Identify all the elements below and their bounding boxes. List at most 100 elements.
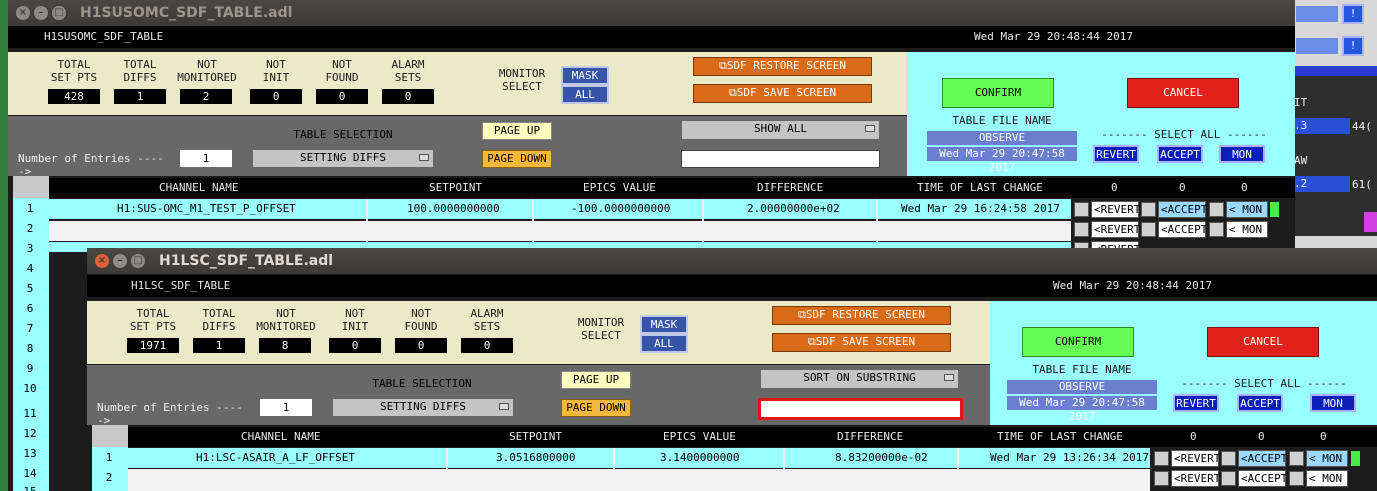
page-up-button[interactable]: PAGE UP	[482, 122, 552, 140]
restore-icon: ⧉	[718, 59, 727, 72]
row-checkbox[interactable]	[1141, 222, 1156, 237]
minimize-icon[interactable]: –	[113, 254, 127, 268]
row-accept-button[interactable]: <ACCEPT	[1238, 470, 1287, 487]
observe-field: OBSERVE	[1007, 380, 1157, 394]
col-count-3: 0	[1320, 430, 1327, 443]
row-checkbox[interactable]	[1141, 202, 1156, 217]
mon-all-button[interactable]: MON	[1310, 394, 1356, 412]
col-count-1: 0	[1190, 430, 1197, 443]
row-mon-button[interactable]: < MON	[1306, 470, 1348, 487]
count-total-set-pts: 428	[48, 89, 100, 104]
row-accept-button[interactable]: <ACCEPT	[1158, 201, 1207, 218]
show-all-menu[interactable]: SHOW ALL	[681, 120, 880, 140]
datetime: Wed Mar 29 20:48:44 2017	[974, 30, 1133, 43]
row-checkbox[interactable]	[1289, 471, 1304, 486]
cancel-button[interactable]: CANCEL	[1207, 327, 1319, 357]
row-number: 5	[26, 282, 34, 295]
count-total-diffs: 1	[193, 338, 245, 353]
empty-row	[49, 221, 1071, 241]
page-down-button[interactable]: PAGE DOWN	[561, 399, 631, 417]
row-number: 1	[105, 451, 113, 464]
count-not-found: 0	[316, 89, 368, 104]
sdf-save-button[interactable]: ⧉SDF SAVE SCREEN	[693, 84, 872, 103]
row-checkbox[interactable]	[1074, 222, 1089, 237]
count-label-not-init: NOT INIT	[262, 58, 290, 84]
setting-diffs-label: SETTING DIFFS	[299, 151, 387, 164]
row-mon-button[interactable]: < MON	[1226, 201, 1268, 218]
page-down-button[interactable]: PAGE DOWN	[482, 150, 552, 168]
col-setpoint: SETPOINT	[429, 181, 482, 194]
row-revert-button[interactable]: <REVERT	[1171, 470, 1220, 487]
col-count-3: 0	[1241, 181, 1248, 194]
count-label-not-monitored: NOT MONITORED	[177, 58, 237, 84]
confirm-button[interactable]: CONFIRM	[942, 78, 1054, 108]
titlebar-front[interactable]: × – □ H1LSC_SDF_TABLE.adl	[87, 248, 1377, 274]
count-not-monitored: 2	[180, 89, 232, 104]
row-checkbox[interactable]	[1221, 471, 1236, 486]
row-revert-button[interactable]: <REVERT	[1171, 450, 1220, 467]
restore-icon: ⧉	[797, 308, 806, 321]
row-checkbox[interactable]	[1074, 202, 1089, 217]
row-checkbox[interactable]	[1209, 202, 1224, 217]
all-button[interactable]: ALL	[640, 334, 688, 353]
accept-all-button[interactable]: ACCEPT	[1237, 394, 1283, 412]
sdf-restore-button[interactable]: ⧉SDF RESTORE SCREEN	[772, 306, 951, 325]
all-button[interactable]: ALL	[561, 85, 609, 104]
revert-all-button[interactable]: REVERT	[1093, 145, 1139, 163]
row-number: 10	[23, 382, 37, 395]
sdf-save-button[interactable]: ⧉SDF SAVE SCREEN	[772, 333, 951, 352]
row-epics: -100.0000000000	[571, 202, 671, 215]
close-icon[interactable]: ×	[16, 6, 30, 20]
right-excl-button-1[interactable]: !	[1342, 4, 1364, 24]
table-selection-label: TABLE SELECTION	[372, 377, 472, 390]
row-accept-button[interactable]: <ACCEPT	[1158, 221, 1207, 238]
row-checkbox[interactable]	[1289, 451, 1304, 466]
col-difference: DIFFERENCE	[837, 430, 904, 443]
entries-value: 1	[180, 150, 232, 167]
close-icon[interactable]: ×	[95, 254, 109, 268]
right-slider-1[interactable]	[1296, 6, 1338, 22]
mask-button[interactable]: MASK	[561, 66, 609, 85]
row-number: 2	[105, 471, 113, 484]
cancel-button[interactable]: CANCEL	[1127, 78, 1239, 108]
maximize-icon[interactable]: □	[131, 254, 145, 268]
row-mon-button[interactable]: < MON	[1306, 450, 1348, 467]
setting-diffs-menu[interactable]: SETTING DIFFS	[332, 398, 514, 417]
count-label-not-found: NOT FOUND	[404, 307, 438, 333]
right-magenta-button[interactable]	[1364, 212, 1377, 232]
row-checkbox[interactable]	[1221, 451, 1236, 466]
menu-icon	[419, 154, 429, 161]
mask-button[interactable]: MASK	[640, 315, 688, 334]
page-up-button[interactable]: PAGE UP	[561, 371, 631, 389]
sort-on-substring-label: SORT ON SUBSTRING	[803, 371, 916, 384]
right-slider-2[interactable]	[1296, 38, 1338, 54]
sort-on-substring-menu[interactable]: SORT ON SUBSTRING	[760, 369, 959, 389]
revert-all-button[interactable]: REVERT	[1173, 394, 1219, 412]
row-checkbox[interactable]	[1154, 471, 1169, 486]
menu-icon	[944, 374, 954, 381]
col-channel-name: CHANNEL NAME	[159, 181, 239, 194]
count-not-init: 0	[329, 338, 381, 353]
row-difference: 2.00000000e+02	[747, 202, 840, 215]
confirm-button[interactable]: CONFIRM	[1022, 327, 1134, 357]
monitor-select-label: MONITOR SELECT	[577, 316, 625, 342]
accept-all-button[interactable]: ACCEPT	[1157, 145, 1203, 163]
substring-input[interactable]	[681, 150, 880, 168]
minimize-icon[interactable]: –	[34, 6, 48, 20]
sdf-restore-label: SDF RESTORE SCREEN	[726, 59, 847, 72]
row-checkbox[interactable]	[1209, 222, 1224, 237]
right-excl-button-2[interactable]: !	[1342, 36, 1364, 56]
row-mon-button[interactable]: < MON	[1226, 221, 1268, 238]
row-accept-button[interactable]: <ACCEPT	[1238, 450, 1287, 467]
row-revert-button[interactable]: <REVERT	[1091, 201, 1140, 218]
setting-diffs-menu[interactable]: SETTING DIFFS	[252, 149, 434, 168]
sdf-restore-button[interactable]: ⧉SDF RESTORE SCREEN	[693, 57, 872, 76]
maximize-icon[interactable]: □	[52, 6, 66, 20]
table-file-name-label: TABLE FILE NAME	[952, 114, 1052, 127]
mon-all-button[interactable]: MON	[1219, 145, 1265, 163]
window-title: H1SUSOMC_SDF_TABLE.adl	[80, 5, 293, 21]
row-checkbox[interactable]	[1154, 451, 1169, 466]
substring-input[interactable]	[758, 398, 963, 420]
row-revert-button[interactable]: <REVERT	[1091, 221, 1140, 238]
titlebar-back[interactable]: × – □ H1SUSOMC_SDF_TABLE.adl	[8, 0, 1295, 26]
